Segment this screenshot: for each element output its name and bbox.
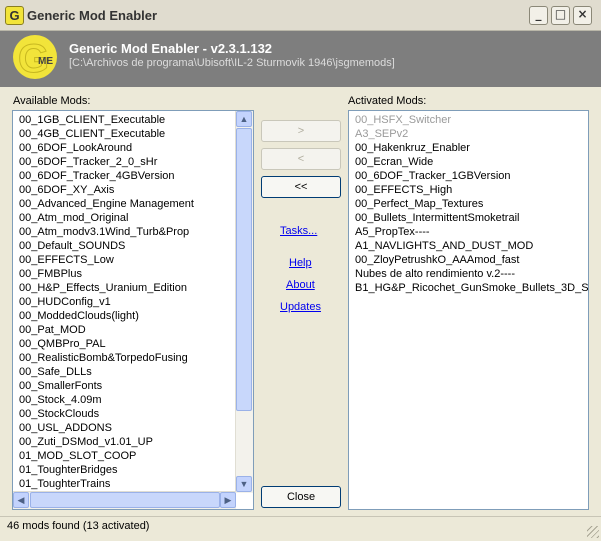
- activated-mods-list[interactable]: 00_HSFX_Switcher A3_SEPv2 00_Hakenkruz_Ena…: [348, 110, 589, 510]
- activated-mod-item[interactable]: Nubes de alto rendimiento v.2----: [351, 267, 588, 281]
- activated-mod-item[interactable]: 00_ZloyPetrushkO_AAAmod_fast: [351, 253, 588, 267]
- available-mods-label: Available Mods:: [13, 95, 91, 107]
- available-mod-item[interactable]: 00_Atm_modv3.1Wind_Turb&Prop: [15, 225, 235, 239]
- available-mod-item[interactable]: 00_StockClouds: [15, 407, 235, 421]
- scroll-thumb[interactable]: [236, 128, 252, 411]
- activated-mod-item[interactable]: 00_Ecran_Wide: [351, 155, 588, 169]
- app-title: Generic Mod Enabler - v2.3.1.132: [69, 41, 273, 56]
- available-mod-item[interactable]: 00_FMBPlus: [15, 267, 235, 281]
- available-horizontal-scrollbar[interactable]: ◀ ▶: [13, 491, 236, 509]
- available-mod-item[interactable]: 00_6DOF_Tracker_2_0_sHr: [15, 155, 235, 169]
- available-mod-item[interactable]: 00_USL_ADDONS: [15, 421, 235, 435]
- available-mod-item[interactable]: 00_EFFECTS_Low: [15, 253, 235, 267]
- activated-mod-item[interactable]: A5_PropTex----: [351, 225, 588, 239]
- close-button[interactable]: Close: [261, 486, 341, 508]
- title-bar[interactable]: G Generic Mod Enabler _ □ ×: [0, 0, 601, 31]
- activated-mods-label: Activated Mods:: [348, 95, 427, 107]
- window-title: Generic Mod Enabler: [27, 8, 158, 23]
- available-mod-item[interactable]: 00_6DOF_LookAround: [15, 141, 235, 155]
- about-link[interactable]: About: [286, 279, 315, 291]
- available-mods-items: 00_1GB_CLIENT_Executable 00_4GB_CLIENT_Ex…: [15, 113, 235, 491]
- activated-mod-item[interactable]: A1_NAVLIGHTS_AND_DUST_MOD: [351, 239, 588, 253]
- available-mod-item[interactable]: 00_H&P_Effects_Uranium_Edition: [15, 281, 235, 295]
- available-mod-item[interactable]: 00_Atm_mod_Original: [15, 211, 235, 225]
- mods-path: [C:\Archivos de programa\Ubisoft\IL-2 St…: [69, 57, 395, 69]
- close-window-button[interactable]: ×: [573, 6, 592, 25]
- deactivate-all-button[interactable]: <<: [261, 176, 341, 198]
- app-logo-icon: G: [5, 6, 24, 25]
- available-mod-item[interactable]: 00_ModdedClouds(light): [15, 309, 235, 323]
- available-mod-item[interactable]: 01_ToughterTrains: [15, 477, 235, 491]
- status-text: 46 mods found (13 activated): [7, 520, 150, 532]
- available-mod-item[interactable]: 00_Default_SOUNDS: [15, 239, 235, 253]
- available-mod-item[interactable]: 00_Advanced_Engine Management: [15, 197, 235, 211]
- available-mod-item[interactable]: 01_ToughterBridges: [15, 463, 235, 477]
- available-mod-item[interactable]: 00_HUDConfig_v1: [15, 295, 235, 309]
- available-mod-item[interactable]: 00_6DOF_XY_Axis: [15, 183, 235, 197]
- activated-mod-item[interactable]: 00_Bullets_IntermittentSmoketrail: [351, 211, 588, 225]
- available-mod-item[interactable]: 00_Zuti_DSMod_v1.01_UP: [15, 435, 235, 449]
- available-mod-item[interactable]: 00_RealisticBomb&TorpedoFusing: [15, 351, 235, 365]
- available-mod-item[interactable]: 00_Pat_MOD: [15, 323, 235, 337]
- activated-mod-item[interactable]: A3_SEPv2: [351, 127, 588, 141]
- available-mod-item[interactable]: 00_6DOF_Tracker_4GBVersion: [15, 169, 235, 183]
- resize-grip-icon[interactable]: [587, 526, 599, 538]
- activated-mods-items: 00_HSFX_Switcher A3_SEPv2 00_Hakenkruz_Ena…: [351, 113, 588, 295]
- activated-mod-item[interactable]: 00_EFFECTS_High: [351, 183, 588, 197]
- minimize-button[interactable]: _: [529, 6, 548, 25]
- scroll-down-button[interactable]: ▼: [236, 476, 252, 492]
- logo-sub-text: ME: [38, 56, 53, 67]
- available-mod-item[interactable]: 00_SmallerFonts: [15, 379, 235, 393]
- available-mod-item[interactable]: 01_MOD_SLOT_COOP: [15, 449, 235, 463]
- scroll-up-button[interactable]: ▲: [236, 111, 252, 127]
- tasks-link[interactable]: Tasks...: [280, 225, 317, 237]
- activated-mod-item[interactable]: B1_HG&P_Ricochet_GunSmoke_Bullets_3D_S..…: [351, 281, 588, 295]
- activated-mod-item[interactable]: 00_Perfect_Map_Textures: [351, 197, 588, 211]
- help-link[interactable]: Help: [289, 257, 312, 269]
- gme-logo-icon: G ME: [13, 35, 57, 80]
- activated-mod-item[interactable]: 00_Hakenkruz_Enabler: [351, 141, 588, 155]
- available-mod-item[interactable]: 00_Stock_4.09m: [15, 393, 235, 407]
- deactivate-button[interactable]: <: [261, 148, 341, 170]
- available-mod-item[interactable]: 00_QMBPro_PAL: [15, 337, 235, 351]
- maximize-button[interactable]: □: [551, 6, 570, 25]
- available-mod-item[interactable]: 00_Safe_DLLs: [15, 365, 235, 379]
- available-mods-list[interactable]: 00_1GB_CLIENT_Executable 00_4GB_CLIENT_Ex…: [12, 110, 254, 510]
- app-window: G Generic Mod Enabler _ □ × G ME Generic…: [0, 0, 601, 540]
- scroll-right-button[interactable]: ▶: [220, 492, 236, 508]
- activate-button[interactable]: >: [261, 120, 341, 142]
- available-vertical-scrollbar[interactable]: ▲ ▼: [235, 111, 253, 493]
- available-mod-item[interactable]: 00_4GB_CLIENT_Executable: [15, 127, 235, 141]
- activated-mod-item[interactable]: 00_HSFX_Switcher: [351, 113, 588, 127]
- scroll-left-button[interactable]: ◀: [13, 492, 29, 508]
- horizontal-scroll-thumb[interactable]: [30, 492, 220, 508]
- activated-mod-item[interactable]: 00_6DOF_Tracker_1GBVersion: [351, 169, 588, 183]
- updates-link[interactable]: Updates: [280, 301, 321, 313]
- available-mod-item[interactable]: 00_1GB_CLIENT_Executable: [15, 113, 235, 127]
